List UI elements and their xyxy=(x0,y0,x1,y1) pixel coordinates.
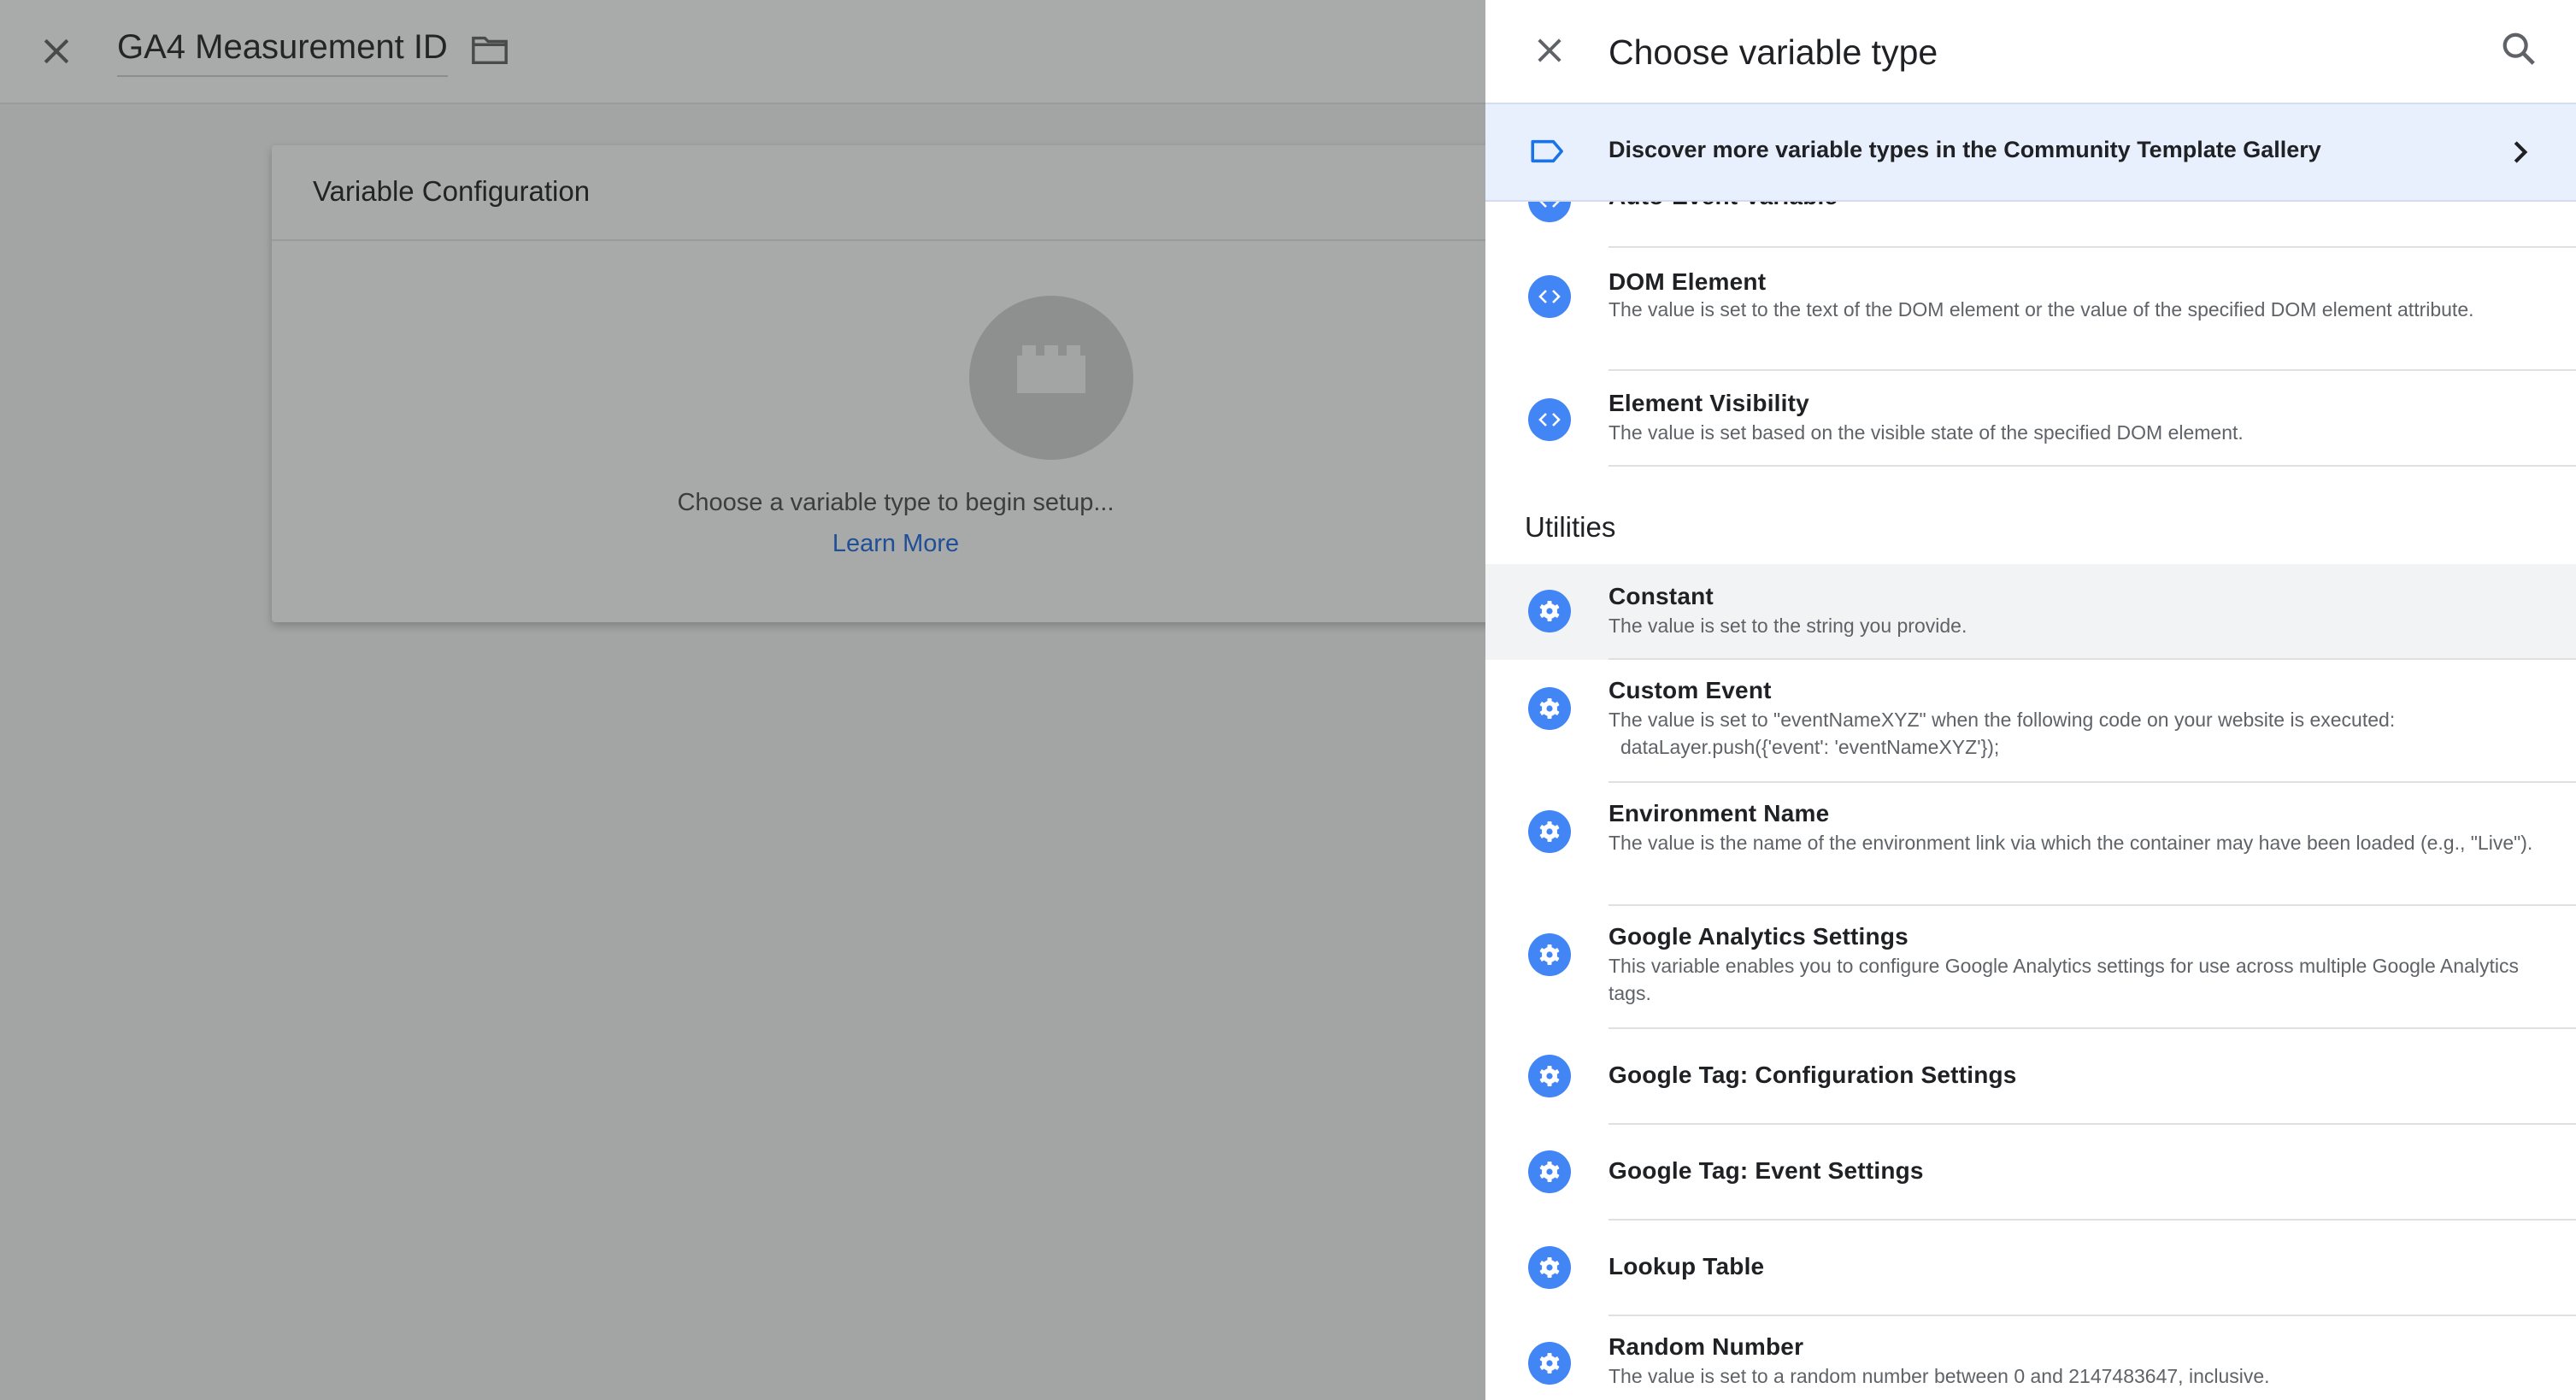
list-item[interactable]: Element Visibility The value is set base… xyxy=(1485,371,2576,467)
learn-more-link[interactable]: Learn More xyxy=(272,530,1520,558)
item-name: DOM Element xyxy=(1609,268,1767,295)
gear-icon xyxy=(1528,1150,1571,1193)
item-description: The value is set to "eventNameXYZ" when … xyxy=(1609,709,2396,731)
gear-icon xyxy=(1528,1342,1571,1385)
list-item[interactable]: Random Number The value is set to a rand… xyxy=(1485,1316,2576,1400)
community-template-gallery-banner[interactable]: Discover more variable types in the Comm… xyxy=(1485,103,2576,202)
gear-icon xyxy=(1528,590,1571,632)
item-description: The value is the name of the environment… xyxy=(1609,832,2533,854)
chevron-right-icon xyxy=(2514,141,2528,163)
item-description: This variable enables you to configure G… xyxy=(1609,955,2519,1004)
close-icon[interactable] xyxy=(38,32,75,70)
item-description: The value is set to the string you provi… xyxy=(1609,615,1967,637)
list-item[interactable]: Environment Name The value is the name o… xyxy=(1485,783,2576,906)
block-icon xyxy=(1017,345,1085,393)
list-item[interactable]: Custom Event The value is set to "eventN… xyxy=(1485,660,2576,783)
item-description: The value is set to the text of the DOM … xyxy=(1609,298,2474,321)
gear-icon xyxy=(1528,1246,1571,1289)
card-title: Variable Configuration xyxy=(313,175,591,207)
gear-icon xyxy=(1528,1055,1571,1097)
section-heading-utilities: Utilities xyxy=(1525,511,1616,543)
item-name: Custom Event xyxy=(1609,677,1772,703)
gallery-banner-text: Discover more variable types in the Comm… xyxy=(1609,137,2321,162)
item-name: Google Tag: Event Settings xyxy=(1609,1157,1924,1184)
item-description: The value is set to a random number betw… xyxy=(1609,1365,2270,1387)
item-name: Random Number xyxy=(1609,1333,1804,1360)
item-description: The value is set based on the visible st… xyxy=(1609,421,2244,444)
gear-icon xyxy=(1528,933,1571,976)
code-icon xyxy=(1528,275,1571,318)
item-name: Element Visibility xyxy=(1609,390,1809,416)
close-icon[interactable] xyxy=(1532,32,1567,68)
gear-icon xyxy=(1528,687,1571,730)
choose-variable-type-panel: Auto-Event Variable DOM Element The valu… xyxy=(1485,0,2576,1400)
setup-prompt: Choose a variable type to begin setup... xyxy=(677,489,1115,516)
item-name: Lookup Table xyxy=(1609,1253,1765,1279)
search-icon[interactable] xyxy=(2499,29,2538,68)
panel-header: Choose variable type xyxy=(1485,0,2576,103)
list-item[interactable]: Google Tag: Event Settings xyxy=(1485,1125,2576,1221)
variable-configuration-card[interactable]: Variable Configuration Choose a variable… xyxy=(272,145,1503,622)
gear-icon xyxy=(1528,810,1571,853)
list-item[interactable]: Google Analytics Settings This variable … xyxy=(1485,906,2576,1029)
item-name: Constant xyxy=(1609,583,1714,609)
item-name: Environment Name xyxy=(1609,800,1830,826)
folder-icon[interactable] xyxy=(470,32,509,67)
list-item[interactable]: DOM Element The value is set to the text… xyxy=(1485,248,2576,371)
tag-icon xyxy=(1531,139,1563,163)
item-name: Google Analytics Settings xyxy=(1609,923,1908,950)
panel-title: Choose variable type xyxy=(1609,32,1938,72)
code-icon xyxy=(1528,398,1571,441)
list-item[interactable]: Constant The value is set to the string … xyxy=(1485,564,2576,660)
item-name: Google Tag: Configuration Settings xyxy=(1609,1062,2017,1088)
item-code-snippet: dataLayer.push({'event': 'eventNameXYZ'}… xyxy=(1620,736,2000,758)
list-item[interactable]: Google Tag: Configuration Settings xyxy=(1485,1029,2576,1125)
list-item[interactable]: Lookup Table xyxy=(1485,1221,2576,1316)
variable-name-field[interactable]: GA4 Measurement ID xyxy=(117,26,448,77)
